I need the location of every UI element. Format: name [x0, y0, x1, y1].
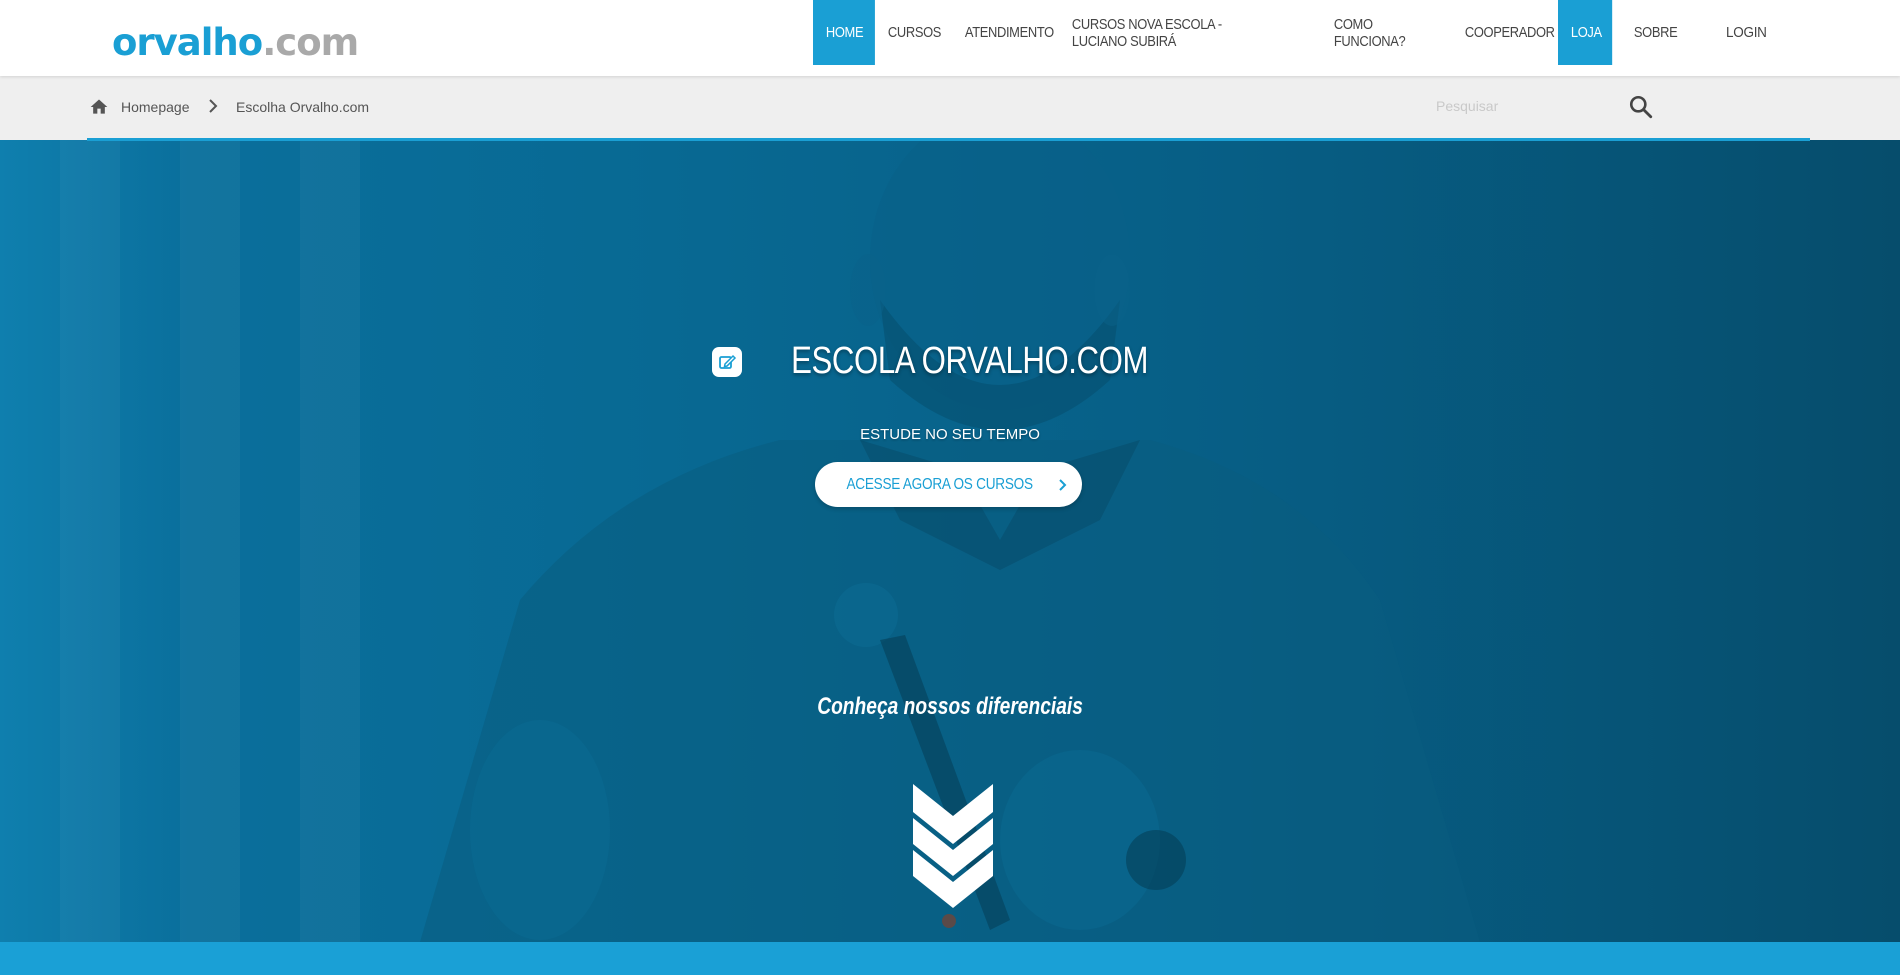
site-logo[interactable]: orvalho.com: [112, 18, 359, 68]
chevrons-down-icon[interactable]: [913, 784, 993, 908]
nav-item-como-funciona[interactable]: COMO FUNCIONA?: [1321, 0, 1434, 65]
breadcrumb-underline: [87, 138, 1810, 141]
logo-text-domain: .com: [262, 21, 359, 64]
chevron-right-icon: [209, 99, 218, 113]
differentials-label: Conheça nossos diferenciais: [817, 693, 1083, 720]
hero-banner: ESCOLA ORVALHO.COM ESTUDE NO SEU TEMPO A…: [0, 140, 1900, 942]
breadcrumb: Homepage Escolha Orvalho.com: [0, 76, 1900, 141]
differentials-heading: Conheça nossos diferenciais: [0, 693, 1900, 721]
nav-item-sobre[interactable]: SOBRE: [1621, 0, 1690, 65]
site-header: orvalho.com HOME CURSOS ATENDIMENTO CURS…: [0, 0, 1900, 76]
nav-item-home[interactable]: HOME: [813, 0, 875, 65]
chevron-right-icon: [1059, 478, 1067, 491]
slider-dot[interactable]: [942, 914, 956, 928]
search-icon[interactable]: [1628, 94, 1654, 120]
cta-label: ACESSE AGORA OS CURSOS: [846, 475, 1033, 493]
breadcrumb-current: Escolha Orvalho.com: [236, 99, 370, 115]
nav-item-loja[interactable]: LOJA: [1558, 0, 1613, 65]
nav-item-cursos[interactable]: CURSOS: [875, 0, 941, 65]
edit-icon: [712, 346, 743, 377]
bottom-band: [0, 942, 1900, 975]
login-link[interactable]: LOGIN: [1726, 24, 1767, 41]
hero-title: ESCOLA ORVALHO.COM: [791, 340, 1149, 382]
hero-title-block: ESCOLA ORVALHO.COM: [0, 340, 1900, 383]
breadcrumb-home-link[interactable]: Homepage: [121, 99, 190, 115]
nav-item-atendimento[interactable]: ATENDIMENTO: [952, 0, 1054, 65]
main-nav: HOME CURSOS ATENDIMENTO CURSOS NOVA ESCO…: [813, 0, 1701, 65]
access-courses-button[interactable]: ACESSE AGORA OS CURSOS: [815, 462, 1082, 507]
hero-subtitle: ESTUDE NO SEU TEMPO: [860, 426, 1040, 443]
logo-text-main: orvalho: [112, 21, 263, 64]
home-icon[interactable]: [89, 97, 109, 117]
search-input[interactable]: [1436, 92, 1606, 120]
nav-item-cursos-nova-escola[interactable]: CURSOS NOVA ESCOLA - LUCIANO SUBIRÁ: [1059, 0, 1284, 65]
nav-item-cooperador[interactable]: COOPERADOR: [1452, 0, 1555, 65]
